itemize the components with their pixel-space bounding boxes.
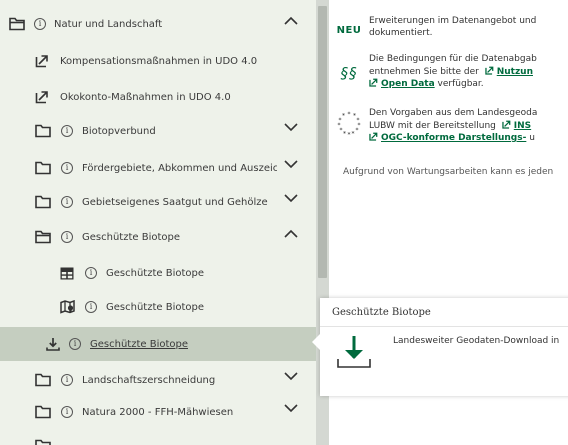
external-link-icon: [369, 132, 378, 141]
svg-text:*: *: [348, 132, 351, 138]
download-icon: [46, 337, 60, 351]
info-icon[interactable]: i: [69, 338, 81, 350]
tree-item-label: Landschaftszerschneidung: [82, 374, 216, 386]
info-icon[interactable]: i: [61, 231, 73, 243]
tree-layer-geschuetzte-biotope-download[interactable]: i Geschützte Biotope: [0, 327, 316, 361]
svg-text:*: *: [343, 131, 346, 138]
chevron-down-icon[interactable]: [284, 160, 298, 172]
chevron-down-icon[interactable]: [284, 404, 298, 416]
download-icon: [334, 332, 374, 376]
tree-folder-geschuetzte-biotope[interactable]: i Geschützte Biotope: [0, 222, 316, 252]
scrollbar-thumb[interactable]: [318, 6, 327, 278]
svg-text:*: *: [348, 111, 351, 118]
tree-layer-geschuetzte-biotope-table[interactable]: i Geschützte Biotope: [0, 258, 316, 288]
svg-text:*: *: [352, 131, 355, 138]
tree-item-label: Geschützte Biotope: [106, 301, 205, 313]
info-icon[interactable]: i: [61, 196, 73, 208]
chevron-down-icon[interactable]: [284, 194, 298, 206]
news-text-line: Den Vorgaben aus dem Landesgeoda: [369, 108, 538, 118]
info-icon[interactable]: i: [61, 374, 73, 386]
tree-folder-landschaftszerschneidung[interactable]: i Landschaftszerschneidung: [0, 365, 316, 395]
open-data-link[interactable]: Open Data: [381, 79, 435, 89]
tooltip-description: Landesweiter Geodaten-Download in: [393, 336, 560, 346]
tooltip-title: Geschützte Biotope: [332, 307, 431, 318]
news-item-neu: NEU Erweiterungen im Datenangebot und do…: [329, 16, 537, 39]
tree-folder-biotopverbund[interactable]: i Biotopverbund: [0, 116, 316, 146]
news-text-line: Erweiterungen im Datenangebot und: [369, 16, 537, 26]
news-text-line: LUBW mit der Bereitstellung: [369, 120, 496, 131]
folder-icon: [35, 195, 51, 209]
tree-item-label: Geschützte Biotope: [82, 231, 181, 243]
maintenance-notice: Aufgrund von Wartungsarbeiten kann es je…: [343, 167, 554, 177]
news-text-line: dokumentiert.: [369, 27, 433, 38]
ins-link[interactable]: INS: [514, 121, 531, 131]
info-icon[interactable]: i: [34, 18, 46, 30]
tree-layer-geschuetzte-biotope-map[interactable]: i Geschützte Biotope: [0, 292, 316, 322]
paragraph-icon: §§: [340, 64, 358, 82]
tree-item-label: Biotopverbund: [82, 125, 156, 137]
folder-icon: [35, 161, 51, 175]
tree-item-label: Geschützte Biotope: [106, 267, 205, 279]
nutzungsbedingungen-link[interactable]: Nutzun: [497, 67, 533, 77]
chevron-down-icon[interactable]: [284, 123, 298, 135]
tree-item-label: Kompensationsmaßnahmen in UDO 4.0: [60, 55, 258, 67]
folder-open-icon: [35, 230, 51, 244]
external-link-icon: [35, 54, 49, 68]
news-text-line: verfügbar.: [437, 79, 484, 89]
tree-item-label: Fördergebiete, Abkommen und Auszeic...: [82, 162, 277, 174]
info-icon[interactable]: i: [85, 301, 97, 313]
svg-text:*: *: [356, 127, 359, 134]
tree-item-label: Natur und Landschaft: [54, 18, 163, 30]
tree-folder-gebietseigenes-saatgut[interactable]: i Gebietseigenes Saatgut und Gehölze: [0, 187, 316, 217]
chevron-down-icon[interactable]: [284, 372, 298, 384]
folder-icon: [35, 405, 51, 419]
tree-link-oekokonto-massnahmen[interactable]: Ökokonto-Maßnahmen in UDO 4.0: [0, 82, 316, 112]
tree-item-label: Gebietseigenes Saatgut und Gehölze: [82, 196, 268, 208]
table-icon: [60, 267, 74, 280]
tree-link-kompensationsmassnahmen[interactable]: Kompensationsmaßnahmen in UDO 4.0: [0, 46, 316, 76]
folder-icon: [35, 439, 51, 445]
news-text-line: Die Bedingungen für die Datenabgab: [369, 54, 537, 64]
folder-icon: [35, 373, 51, 387]
tree-folder-natura-2000[interactable]: i Natura 2000 - FFH-Mähwiesen: [0, 397, 316, 427]
external-link-icon: [485, 66, 494, 75]
info-icon[interactable]: i: [85, 267, 97, 279]
svg-text:*: *: [342, 113, 345, 120]
info-icon[interactable]: i: [61, 162, 73, 174]
ogc-darstellungsdienste-link[interactable]: OGC-konforme Darstellungs-: [381, 133, 526, 143]
news-text-line: entnehmen Sie bitte der: [369, 66, 479, 77]
external-link-icon: [369, 78, 378, 87]
tree-item-label: Geschützte Biotope: [90, 338, 189, 350]
chevron-up-icon[interactable]: [284, 16, 298, 28]
info-icon[interactable]: i: [61, 406, 73, 418]
info-icon[interactable]: i: [61, 125, 73, 137]
chevron-up-icon[interactable]: [284, 229, 298, 241]
map-icon: [60, 300, 75, 314]
news-text-line: u: [529, 133, 535, 143]
folder-icon: [35, 124, 51, 138]
eu-stars-icon: * ** *** *** ***: [338, 111, 361, 138]
tooltip-divider: [320, 326, 568, 327]
tooltip-arrow: [312, 334, 320, 350]
external-link-icon: [502, 120, 511, 129]
neu-badge: NEU: [336, 25, 362, 36]
tree-item-label: Natura 2000 - FFH-Mähwiesen: [82, 406, 234, 418]
folder-open-icon: [9, 17, 25, 31]
tree-folder-natur-und-landschaft[interactable]: i Natur und Landschaft: [0, 9, 316, 39]
external-link-icon: [35, 90, 49, 104]
news-item-lubw: * * * * * * * * * * * * Den Vorgaben aus dem Lan…: [329, 108, 538, 145]
tree-item-label: Ökokonto-Maßnahmen in UDO 4.0: [60, 91, 231, 103]
news-item-conditions: §§ Die Bedingungen für die Datenabgab en…: [329, 54, 537, 91]
tree-folder-foerdergebiete[interactable]: i Fördergebiete, Abkommen und Auszeic...: [0, 153, 316, 183]
tree-folder-partial[interactable]: [0, 433, 316, 445]
layer-tooltip: Geschützte Biotope Landesweiter Geodaten…: [312, 298, 568, 396]
layer-tree: i Natur und Landschaft Kompensationsmaßn…: [0, 0, 316, 445]
